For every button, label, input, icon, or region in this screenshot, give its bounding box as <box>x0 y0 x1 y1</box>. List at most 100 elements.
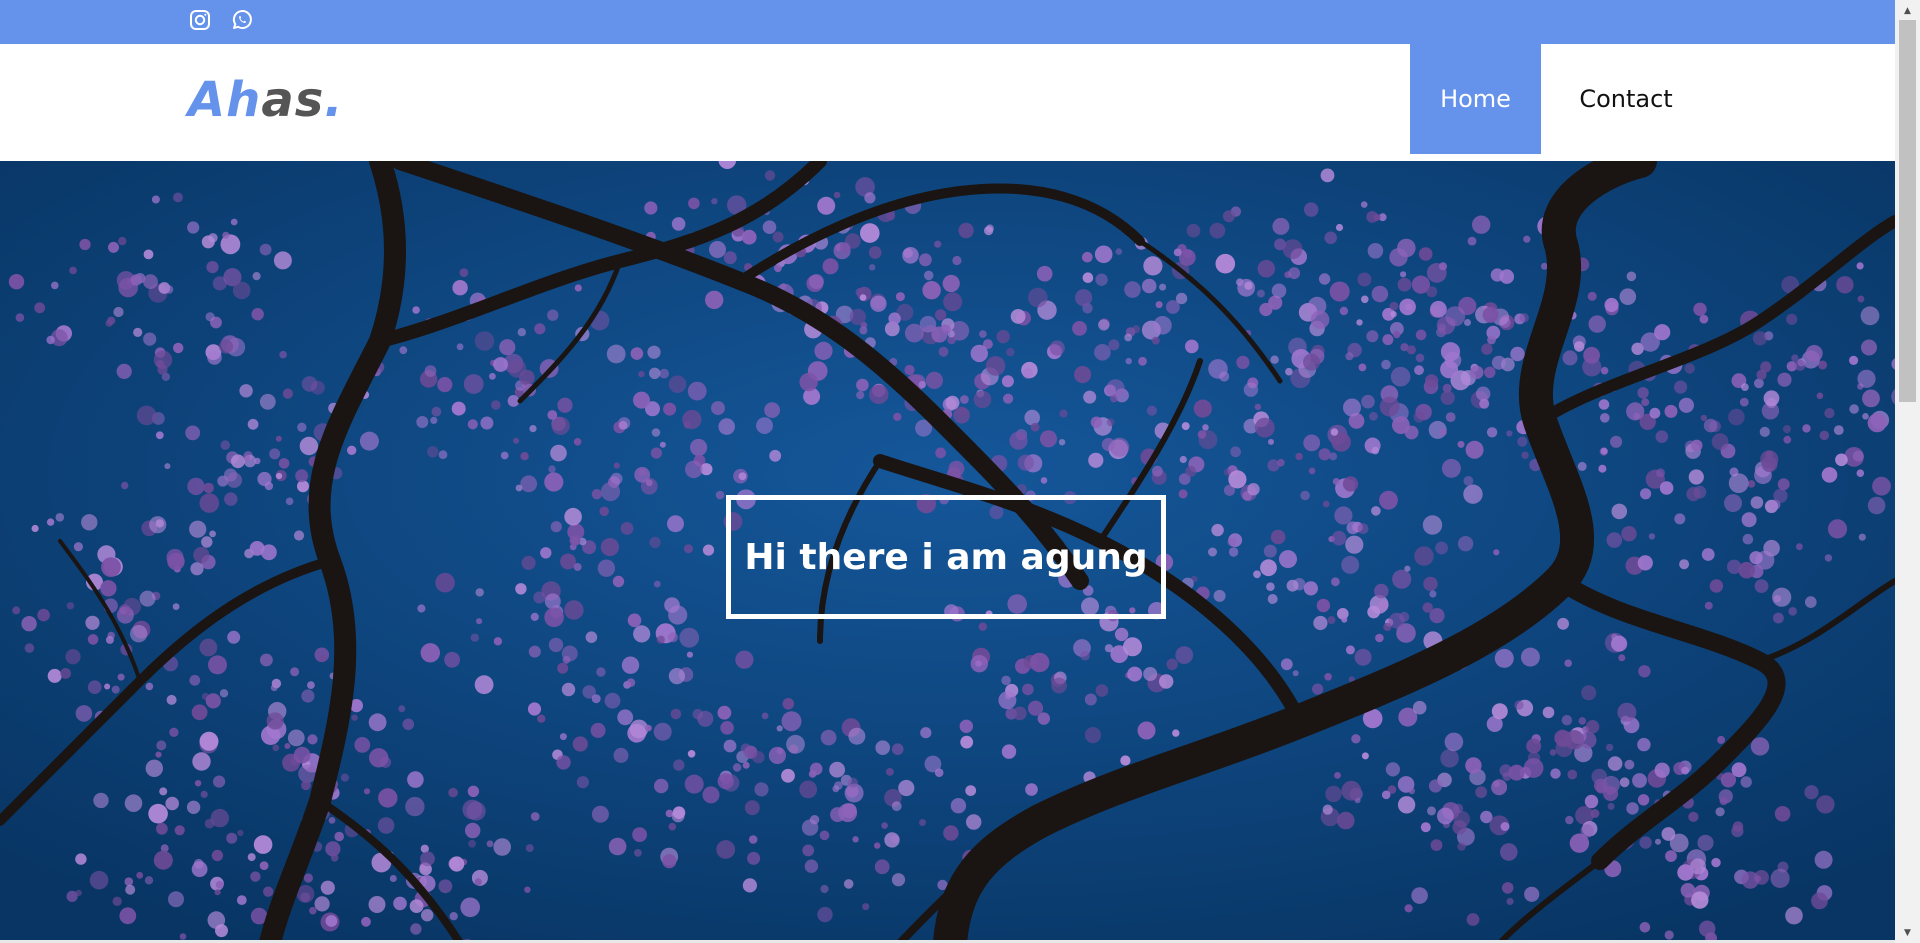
blossom-dot <box>1304 202 1319 217</box>
blossom-dot <box>290 667 300 677</box>
blossom-dot <box>1858 533 1866 541</box>
blossom-dot <box>187 221 200 234</box>
blossom-dot <box>717 705 732 720</box>
blossom-dot <box>252 272 261 281</box>
blossom-dot <box>75 853 87 865</box>
blossom-dot <box>520 475 538 493</box>
blossom-dot <box>1654 762 1670 778</box>
blossom-dot <box>1320 168 1335 183</box>
blossom-dot <box>1521 451 1529 459</box>
blossom-dot <box>130 625 148 643</box>
blossom-dot <box>46 518 55 526</box>
blossom-dot <box>560 553 576 570</box>
blossom-dot <box>87 680 102 694</box>
blossom-dot <box>206 261 219 274</box>
blossom-dot <box>282 388 293 399</box>
blossom-dot <box>1577 461 1587 471</box>
blossom-dot <box>520 452 529 461</box>
blossom-dot <box>654 778 669 794</box>
blossom-dot <box>1655 430 1669 444</box>
blossom-dot <box>287 729 305 747</box>
blossom-dot <box>613 747 629 763</box>
blossom-dot <box>1445 306 1466 327</box>
blossom-dot <box>1441 458 1461 478</box>
blossom-dot <box>1506 897 1514 906</box>
blossom-dot <box>984 226 994 236</box>
blossom-dot <box>1010 309 1026 324</box>
nav-contact[interactable]: Contact <box>1541 44 1711 154</box>
blossom-dot <box>891 873 906 887</box>
blossom-dot <box>1542 706 1555 719</box>
blossom-dot <box>1578 717 1587 725</box>
scroll-thumb[interactable] <box>1899 20 1916 402</box>
blossom-dot <box>709 241 726 258</box>
blossom-dot <box>1009 431 1028 450</box>
scroll-down-arrow[interactable]: ▼ <box>1895 924 1920 941</box>
blossom-dot <box>817 906 833 923</box>
hero-title-box: Hi there i am agung <box>726 495 1166 619</box>
blossom-dot <box>301 376 318 392</box>
blossom-dot <box>1342 476 1359 492</box>
blossom-dot <box>576 776 590 789</box>
blossom-dot <box>1654 324 1671 341</box>
blossom-dot <box>1110 395 1118 403</box>
blossom-dot <box>684 774 704 794</box>
blossom-dot <box>493 357 508 372</box>
blossom-dot <box>1773 612 1784 624</box>
blossom-dot <box>1674 380 1688 394</box>
blossom-dot <box>550 444 567 462</box>
blossom-dot <box>273 251 292 270</box>
blossom-dot <box>272 744 280 752</box>
blossom-dot <box>444 651 460 668</box>
blossom-dot <box>645 724 652 732</box>
blossom-dot <box>297 422 307 432</box>
blossom-dot <box>1141 278 1157 294</box>
blossom-dot <box>1137 721 1156 740</box>
blossom-dot <box>1381 359 1391 370</box>
blossom-dot <box>60 668 71 679</box>
page-scrollbar[interactable]: ▲ ▼ <box>1895 0 1920 943</box>
blossom-dot <box>958 222 974 239</box>
blossom-dot <box>1266 582 1275 591</box>
blossom-dot <box>1429 590 1437 598</box>
blossom-dot <box>690 438 708 457</box>
blossom-dot <box>1557 617 1569 630</box>
blossom-dot <box>670 708 682 720</box>
site-logo[interactable]: Ahas. <box>188 70 344 130</box>
blossom-dot <box>1457 536 1474 552</box>
blossom-dot <box>649 536 661 549</box>
blossom-dot <box>1049 340 1065 356</box>
blossom-dot <box>1437 807 1454 825</box>
blossom-dot <box>1564 659 1572 667</box>
blossom-dot <box>732 763 742 772</box>
blossom-dot <box>515 583 527 595</box>
blossom-dot <box>919 819 926 826</box>
blossom-dot <box>856 378 869 392</box>
blossom-dot <box>295 469 309 483</box>
blossom-dot <box>1175 292 1188 305</box>
whatsapp-icon[interactable] <box>230 8 254 32</box>
blossom-dot <box>776 725 783 732</box>
blossom-dot <box>893 412 902 421</box>
blossom-dot <box>1075 289 1093 307</box>
blossom-dot <box>711 401 725 416</box>
blossom-dot <box>1334 506 1353 525</box>
blossom-dot <box>1123 637 1142 657</box>
blossom-dot <box>1740 776 1752 788</box>
instagram-icon[interactable] <box>188 8 212 32</box>
blossom-dot <box>1640 488 1652 500</box>
blossom-dot <box>1796 543 1803 551</box>
blossom-dot <box>556 755 571 770</box>
blossom-dot <box>24 643 35 653</box>
blossom-dot <box>1285 367 1293 376</box>
nav-home[interactable]: Home <box>1410 44 1541 154</box>
blossom-dot <box>1392 569 1412 589</box>
blossom-dot <box>462 799 483 820</box>
blossom-dot <box>904 323 924 343</box>
blossom-dot <box>1090 416 1103 428</box>
blossom-dot <box>108 241 119 253</box>
blossom-dot <box>121 481 129 490</box>
blossom-dot <box>1633 412 1641 420</box>
blossom-dot <box>627 613 642 628</box>
scroll-up-arrow[interactable]: ▲ <box>1895 2 1920 19</box>
